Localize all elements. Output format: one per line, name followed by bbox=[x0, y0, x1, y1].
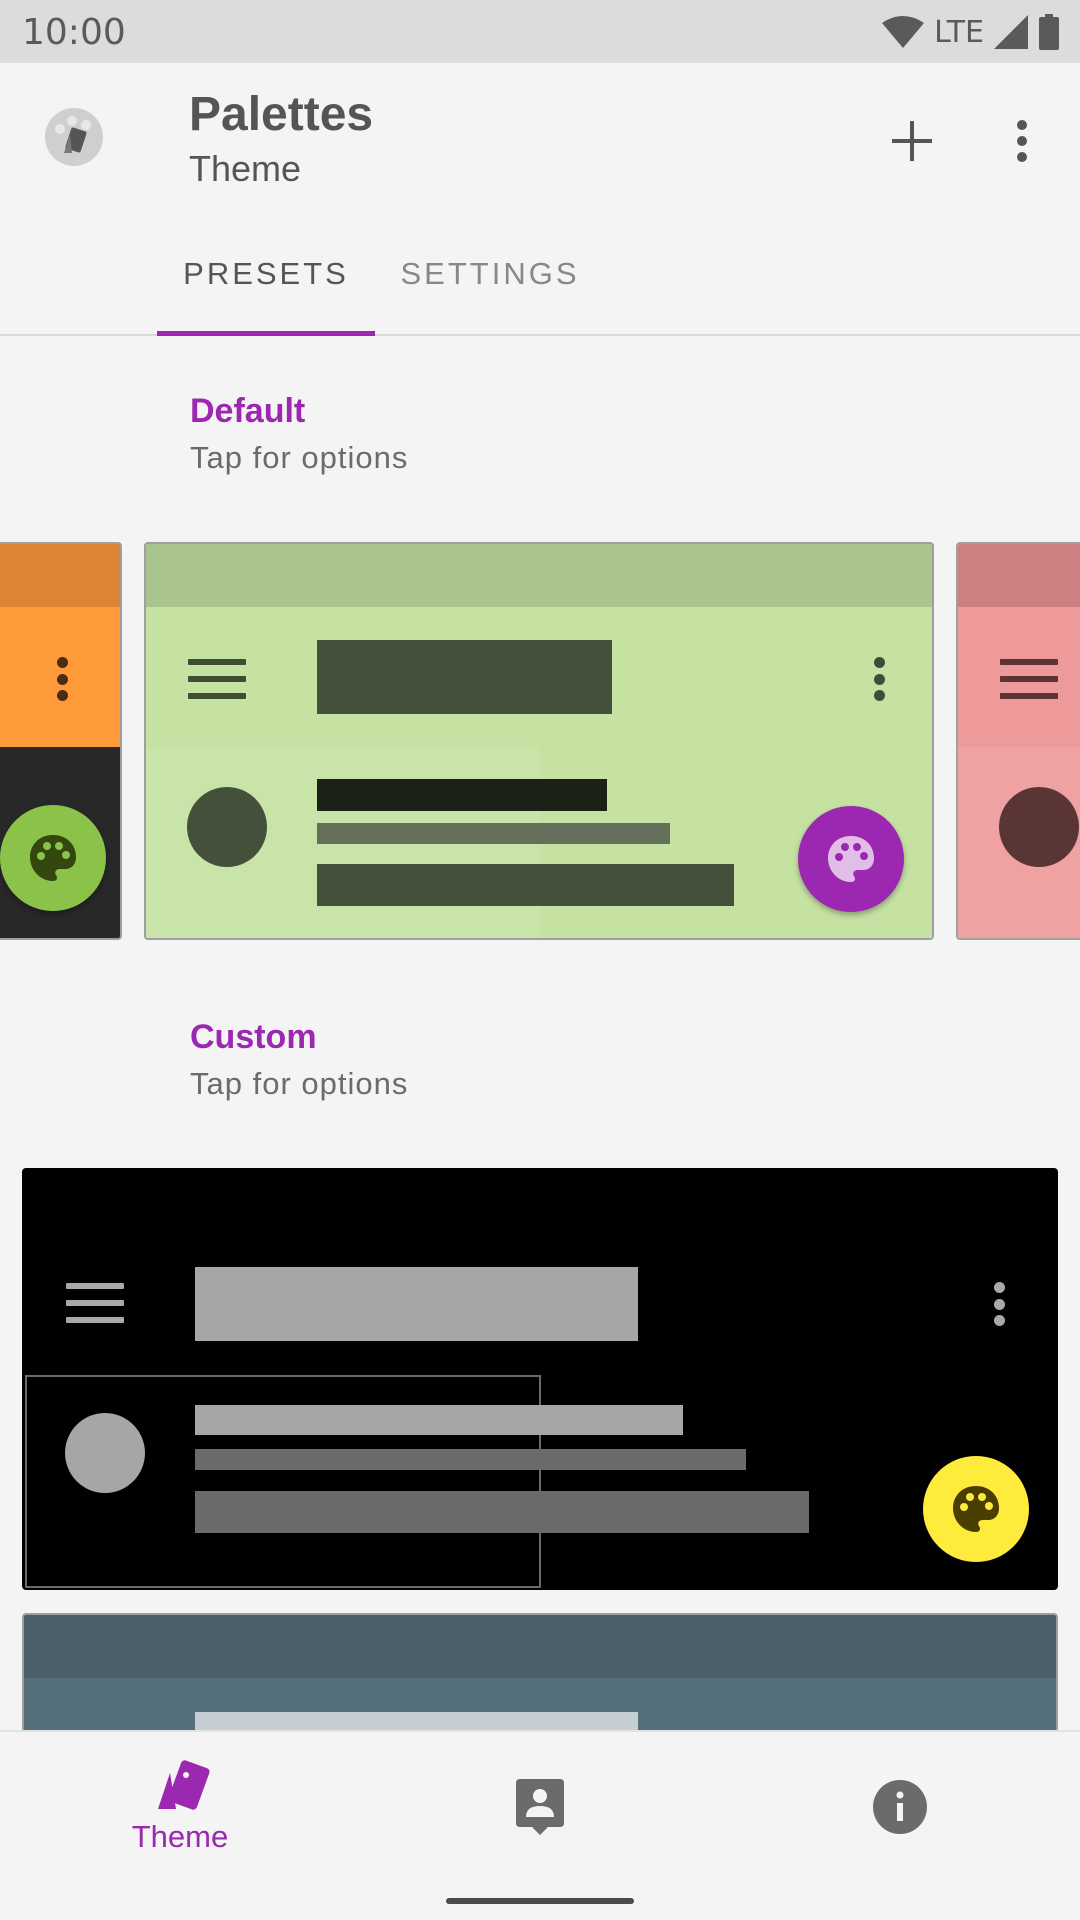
card-avatar bbox=[65, 1413, 145, 1493]
page-title: Palettes bbox=[189, 88, 374, 141]
card-line-tertiary bbox=[317, 864, 734, 906]
nav-item-contact[interactable] bbox=[360, 1732, 720, 1882]
status-bar: 10:00 LTE bbox=[0, 0, 1080, 63]
card-title-placeholder bbox=[195, 1267, 638, 1341]
card-status-strip bbox=[0, 544, 120, 607]
card-status-strip bbox=[146, 544, 932, 607]
tab-bar: PRESETS SETTINGS bbox=[157, 243, 605, 336]
status-time: 10:00 bbox=[22, 12, 126, 53]
card-avatar bbox=[999, 787, 1079, 867]
overflow-menu-button[interactable] bbox=[990, 109, 1054, 173]
nav-item-theme[interactable]: Theme bbox=[0, 1732, 360, 1882]
card-line-secondary bbox=[195, 1449, 746, 1470]
wifi-icon bbox=[882, 16, 925, 48]
card-more-icon bbox=[55, 657, 69, 701]
card-line-secondary bbox=[317, 823, 670, 844]
card-fab bbox=[798, 806, 904, 912]
tab-settings[interactable]: SETTINGS bbox=[375, 243, 605, 336]
section-default-hint: Tap for options bbox=[190, 440, 409, 475]
more-vert-icon bbox=[1017, 120, 1027, 162]
card-more-icon bbox=[992, 1282, 1006, 1326]
nav-label-theme: Theme bbox=[131, 1819, 229, 1854]
card-line-tertiary bbox=[195, 1491, 809, 1533]
palette-logo-icon bbox=[42, 105, 106, 169]
plus-icon bbox=[892, 121, 932, 161]
info-icon bbox=[873, 1780, 927, 1834]
section-custom-hint: Tap for options bbox=[190, 1066, 409, 1101]
bottom-navigation: Theme bbox=[0, 1730, 1080, 1920]
preset-card-orange[interactable] bbox=[0, 542, 122, 940]
card-menu-icon bbox=[1000, 659, 1058, 699]
contact-icon bbox=[516, 1779, 564, 1835]
card-title-placeholder bbox=[317, 640, 612, 714]
card-fab bbox=[0, 805, 106, 911]
palette-icon bbox=[30, 835, 76, 881]
palette-icon bbox=[828, 836, 874, 882]
nav-item-info[interactable] bbox=[720, 1732, 1080, 1882]
card-status-strip bbox=[958, 544, 1080, 607]
section-custom-title: Custom bbox=[190, 1018, 317, 1056]
card-line-primary bbox=[195, 1405, 683, 1435]
card-status-strip bbox=[24, 1615, 1056, 1678]
app-bar: Palettes Theme PRESETS SETTINGS bbox=[0, 63, 1080, 336]
battery-icon bbox=[1039, 14, 1059, 50]
card-fab bbox=[923, 1456, 1029, 1562]
tab-presets[interactable]: PRESETS bbox=[157, 243, 375, 336]
card-menu-icon bbox=[66, 1283, 124, 1323]
card-line-primary bbox=[317, 779, 607, 811]
theme-cards-icon bbox=[158, 1760, 210, 1810]
card-more-icon bbox=[872, 657, 886, 701]
card-avatar bbox=[187, 787, 267, 867]
signal-icon bbox=[994, 15, 1028, 49]
add-palette-button[interactable] bbox=[880, 109, 944, 173]
custom-card-black[interactable] bbox=[22, 1168, 1058, 1590]
home-indicator[interactable] bbox=[446, 1898, 634, 1904]
section-default-title: Default bbox=[190, 392, 306, 430]
preset-card-green[interactable] bbox=[144, 542, 934, 940]
preset-card-pink[interactable] bbox=[956, 542, 1080, 940]
card-menu-icon bbox=[188, 659, 246, 699]
status-icons: LTE bbox=[882, 12, 1060, 52]
network-type-label: LTE bbox=[934, 14, 984, 50]
palette-icon bbox=[953, 1486, 999, 1532]
page-subtitle: Theme bbox=[189, 148, 302, 189]
